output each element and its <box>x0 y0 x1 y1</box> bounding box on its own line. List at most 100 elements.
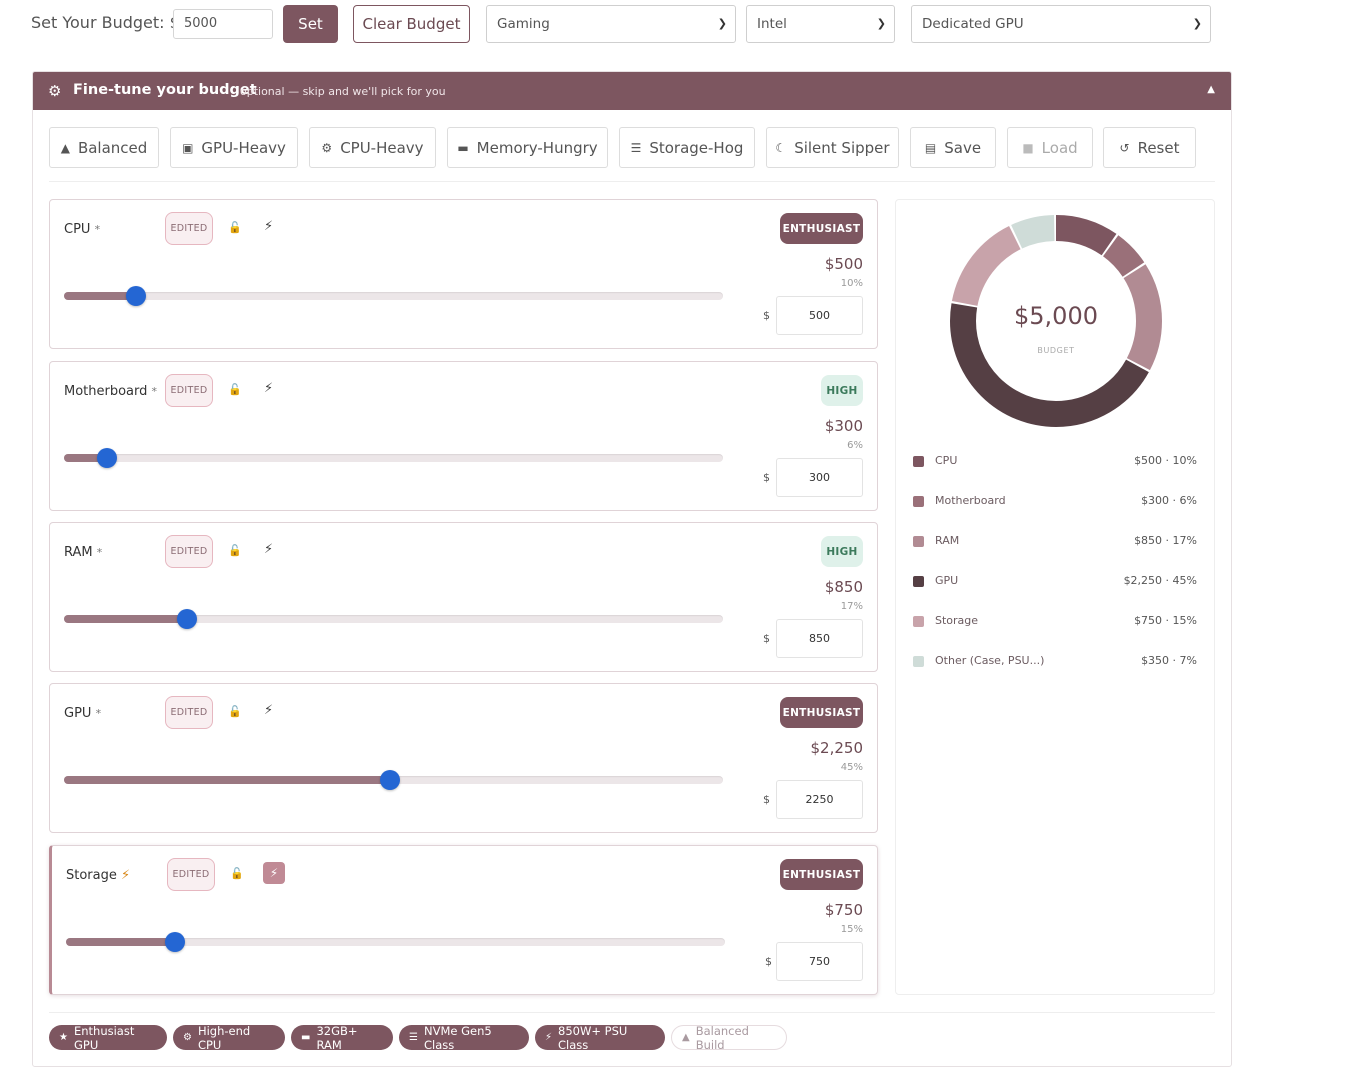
legend-name: CPU <box>935 454 958 467</box>
budget-slider[interactable] <box>64 770 723 790</box>
component-name: GPU * <box>64 706 102 721</box>
preset-memory-hungry-button[interactable]: ▬ Memory-Hungry <box>447 127 608 168</box>
clear-budget-button[interactable]: Clear Budget <box>353 5 470 43</box>
feature-badge: ▲ Balanced Build <box>671 1023 787 1052</box>
budget-slider[interactable] <box>66 932 725 952</box>
fine-tune-panel: ⚙ Fine-tune your budget optional — skip … <box>32 71 1232 1067</box>
component-amount: $300 <box>824 417 863 435</box>
currency-label: $ <box>763 471 770 484</box>
component-card-cpu: CPU * EDITED 🔓 ⚡ ENTHUSIAST $500 10% $ 5… <box>49 199 878 349</box>
tier-badge: HIGH <box>821 536 863 567</box>
balance-icon: ▲ <box>682 1032 690 1043</box>
legend-value: $350 · 7% <box>1141 654 1197 667</box>
unlock-icon[interactable]: 🔓 <box>228 221 242 234</box>
budget-slider[interactable] <box>64 448 723 468</box>
edited-badge[interactable]: EDITED <box>165 212 213 245</box>
preset-gpu-heavy-button[interactable]: ▣ GPU-Heavy <box>170 127 298 168</box>
bolt-icon[interactable]: ⚡ <box>264 542 273 557</box>
preset-label: Load <box>1041 138 1078 157</box>
slider-thumb[interactable] <box>164 932 185 952</box>
storage-icon: ☰ <box>409 1032 418 1043</box>
divider <box>49 181 1215 182</box>
badge-label: Enthusiast GPU <box>73 1023 135 1052</box>
preset-storage-hog-button[interactable]: ☰ Storage-Hog <box>619 127 755 168</box>
divider <box>49 1012 1215 1013</box>
badge-label: Balanced Build <box>695 1023 749 1052</box>
set-budget-button[interactable]: Set <box>283 5 338 43</box>
legend-item: Storage $750 · 15% <box>913 614 1197 630</box>
preset-label: GPU-Heavy <box>201 138 286 157</box>
component-name: CPU * <box>64 222 101 237</box>
amount-input[interactable]: 300 <box>776 458 863 497</box>
caret-up-icon[interactable]: ▲ <box>1207 84 1215 95</box>
budget-slider[interactable] <box>64 609 723 629</box>
badge-label: 850W+ PSU Class <box>558 1023 628 1052</box>
preset-label: CPU-Heavy <box>340 138 424 157</box>
chevron-down-icon: ❯ <box>717 17 727 30</box>
preset-label: Reset <box>1137 138 1180 157</box>
badge-label: High-end CPU <box>197 1023 251 1052</box>
memory-icon: ▬ <box>457 140 469 155</box>
amount-input[interactable]: 750 <box>776 942 863 981</box>
save-preset-button[interactable]: ▤ Save <box>910 127 996 168</box>
legend-name: Motherboard <box>935 494 1006 507</box>
edited-badge[interactable]: EDITED <box>167 858 215 891</box>
amount-input[interactable]: 2250 <box>776 780 863 819</box>
edited-badge[interactable]: EDITED <box>165 374 213 407</box>
chevron-down-icon: ❯ <box>1192 17 1202 30</box>
currency-label: $ <box>765 955 772 968</box>
preset-label: Balanced <box>77 138 148 157</box>
chevron-down-icon: ❯ <box>876 17 886 30</box>
budget-slider[interactable] <box>64 286 723 306</box>
bolt-toggle-icon[interactable]: ⚡ <box>263 862 285 884</box>
slider-thumb[interactable] <box>97 448 118 468</box>
preset-label: Silent Sipper <box>794 138 890 157</box>
legend-name: RAM <box>935 534 960 547</box>
legend-name: Other (Case, PSU...) <box>935 654 1045 667</box>
slider-thumb[interactable] <box>380 770 401 790</box>
amount-input[interactable]: 500 <box>776 296 863 335</box>
reset-icon: ↺ <box>1119 140 1130 155</box>
preset-balanced-button[interactable]: ▲ Balanced <box>49 127 159 168</box>
unlock-icon[interactable]: 🔓 <box>228 544 242 557</box>
moon-icon: ☾ <box>775 140 787 155</box>
bolt-icon[interactable]: ⚡ <box>264 381 273 396</box>
unlock-icon[interactable]: 🔓 <box>230 867 244 880</box>
feature-badge: ★ Enthusiast GPU <box>49 1023 167 1052</box>
load-preset-button[interactable]: ■ Load <box>1007 127 1093 168</box>
preset-silent-sipper-button[interactable]: ☾ Silent Sipper <box>766 127 899 168</box>
reset-preset-button[interactable]: ↺ Reset <box>1103 127 1196 168</box>
preset-label: Save <box>944 138 982 157</box>
budget-input[interactable]: 5000 <box>173 9 273 39</box>
preset-label: Memory-Hungry <box>476 138 598 157</box>
cpu-brand-select[interactable]: Intel ❯ <box>746 5 895 43</box>
panel-header[interactable]: ⚙ Fine-tune your budget optional — skip … <box>33 72 1231 110</box>
budget-toolbar: Set Your Budget: $ 5000 Set Clear Budget… <box>0 0 1369 50</box>
save-icon: ▤ <box>924 140 937 155</box>
legend-value: $300 · 6% <box>1141 494 1197 507</box>
bolt-icon[interactable]: ⚡ <box>264 703 273 718</box>
bolt-icon[interactable]: ⚡ <box>264 219 273 234</box>
component-percent: 15% <box>840 924 863 935</box>
gpu-type-select[interactable]: Dedicated GPU ❯ <box>911 5 1211 43</box>
legend-value: $500 · 10% <box>1134 454 1197 467</box>
edited-badge[interactable]: EDITED <box>165 535 213 568</box>
unlock-icon[interactable]: 🔓 <box>228 383 242 396</box>
use-case-select[interactable]: Gaming ❯ <box>486 5 736 43</box>
currency-label: $ <box>763 632 770 645</box>
folder-icon: ■ <box>1022 140 1034 155</box>
legend-item: RAM $850 · 17% <box>913 534 1197 550</box>
amount-input[interactable]: 850 <box>776 619 863 658</box>
preset-cpu-heavy-button[interactable]: ⚙ CPU-Heavy <box>309 127 436 168</box>
storage-icon: ☰ <box>630 140 642 155</box>
slider-thumb[interactable] <box>126 286 147 306</box>
legend-swatch <box>913 456 924 467</box>
tier-badge: ENTHUSIAST <box>780 859 863 890</box>
legend-item: Motherboard $300 · 6% <box>913 494 1197 510</box>
gpu-type-value: Dedicated GPU <box>922 16 1024 32</box>
use-case-value: Gaming <box>497 16 550 32</box>
budget-label: Set Your Budget: $ <box>31 13 180 32</box>
slider-thumb[interactable] <box>177 609 198 629</box>
edited-badge[interactable]: EDITED <box>165 696 213 729</box>
unlock-icon[interactable]: 🔓 <box>228 705 242 718</box>
